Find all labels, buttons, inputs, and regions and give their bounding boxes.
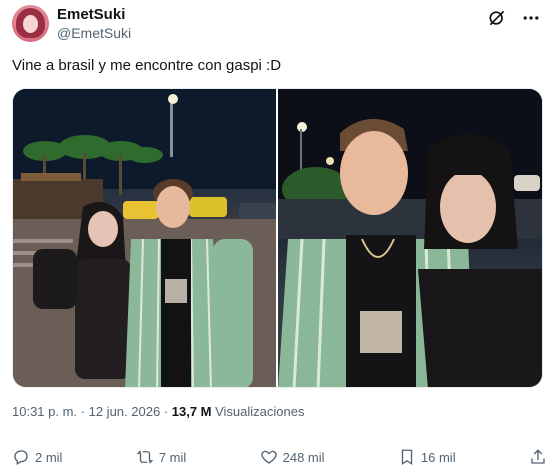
tweet-time[interactable]: 10:31 p. m. bbox=[12, 404, 77, 419]
tweet-text: Vine a brasil y me encontre con gaspi :D bbox=[12, 57, 282, 74]
repost-icon bbox=[136, 450, 154, 464]
like-button[interactable]: 248 mil bbox=[260, 448, 325, 466]
meta-separator-2: · bbox=[160, 404, 172, 419]
meta-separator: · bbox=[77, 404, 89, 419]
tweet-meta: 10:31 p. m. · 12 jun. 2026 · 13,7 M Visu… bbox=[12, 404, 304, 419]
photo-1-scene bbox=[13, 89, 276, 387]
user-handle[interactable]: @EmetSuki bbox=[57, 25, 131, 41]
action-bar: 2 mil 7 mil 248 mil 16 mil bbox=[12, 448, 547, 466]
heart-icon bbox=[260, 450, 277, 464]
views-count: 13,7 M bbox=[171, 404, 212, 419]
views-label: Visualizaciones bbox=[211, 404, 305, 419]
like-count: 248 mil bbox=[282, 449, 325, 465]
reply-icon bbox=[14, 450, 28, 465]
media-gallery bbox=[12, 88, 543, 388]
repost-count: 7 mil bbox=[158, 449, 187, 465]
reply-button[interactable]: 2 mil bbox=[12, 448, 62, 466]
display-name[interactable]: EmetSuki bbox=[57, 6, 125, 23]
more-icon[interactable] bbox=[521, 8, 541, 28]
photo-1[interactable] bbox=[13, 89, 276, 387]
share-button[interactable] bbox=[529, 448, 547, 466]
tweet: EmetSuki @EmetSuki Vine a brasil y me en… bbox=[0, 0, 557, 472]
photo-2-scene bbox=[278, 89, 542, 387]
reply-count: 2 mil bbox=[35, 449, 63, 465]
photo-2[interactable] bbox=[278, 89, 542, 387]
header-actions bbox=[487, 8, 541, 28]
bookmark-button[interactable]: 16 mil bbox=[398, 448, 456, 466]
bookmark-count: 16 mil bbox=[420, 449, 456, 465]
share-icon bbox=[531, 449, 545, 464]
tweet-date[interactable]: 12 jun. 2026 bbox=[89, 404, 161, 419]
bookmark-icon bbox=[401, 449, 413, 466]
grok-icon[interactable] bbox=[487, 8, 507, 28]
repost-button[interactable]: 7 mil bbox=[136, 448, 186, 466]
avatar[interactable] bbox=[12, 5, 49, 42]
